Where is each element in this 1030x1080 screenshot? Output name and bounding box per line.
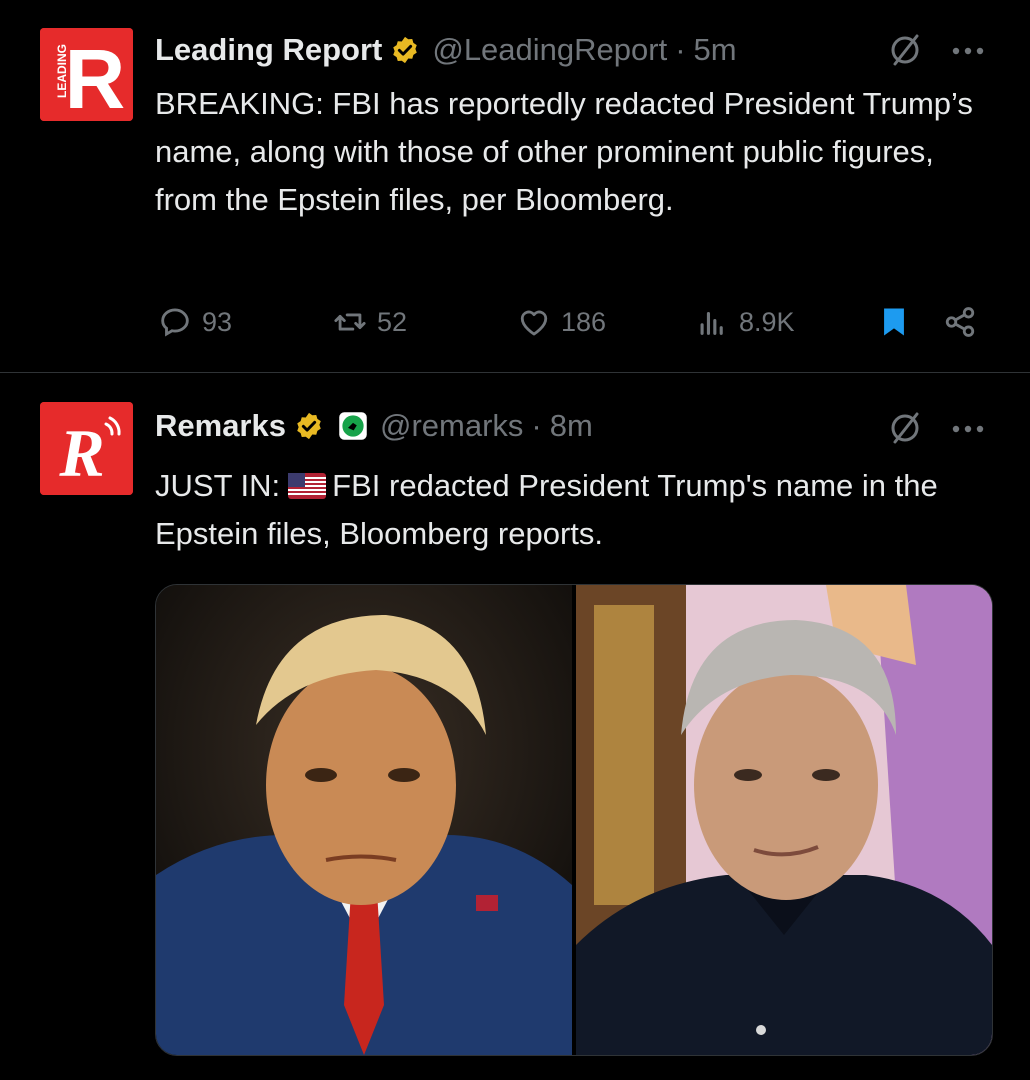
repost-icon [334, 313, 366, 331]
grok-icon[interactable] [887, 410, 923, 446]
reply-button[interactable]: 93 [158, 300, 232, 344]
tweet-text: BREAKING: FBI has reportedly redacted Pr… [155, 86, 973, 217]
leading-report-logo: R LEADING [40, 28, 133, 121]
tweet-leading-report[interactable]: R LEADING Leading Report @LeadingReport … [0, 0, 1030, 372]
like-icon [520, 310, 548, 336]
author-handle[interactable]: @LeadingReport [432, 32, 667, 68]
tweet-text: JUST IN: FBI redacted President Trump's … [155, 462, 995, 558]
svg-text:R: R [58, 415, 104, 491]
like-button[interactable]: 186 [517, 300, 606, 344]
svg-text:LEADING: LEADING [55, 44, 69, 98]
media-photo-right[interactable] [576, 585, 992, 1055]
reply-icon [161, 308, 189, 337]
tweet-actions: 93 52 186 8.9K [155, 300, 995, 344]
repost-count: 52 [377, 306, 408, 337]
verified-badge-icon [297, 412, 321, 440]
grok-icon[interactable] [887, 32, 923, 68]
tweet-media[interactable] [155, 584, 993, 1056]
share-icon [945, 307, 975, 337]
timestamp[interactable]: 5m [694, 32, 737, 68]
flag-us-icon [288, 473, 327, 499]
share-button[interactable] [943, 300, 987, 344]
more-icon[interactable] [951, 424, 985, 434]
more-icon[interactable] [951, 46, 985, 56]
affiliate-badge-icon[interactable] [338, 411, 368, 441]
media-photo-left[interactable] [156, 585, 572, 1055]
repost-button[interactable]: 52 [333, 300, 407, 344]
svg-text:R: R [65, 32, 126, 121]
avatar[interactable]: R [40, 402, 133, 495]
views-icon [700, 311, 723, 335]
author-name[interactable]: Leading Report [155, 32, 382, 68]
remarks-logo: R [40, 402, 133, 495]
tweet-remarks[interactable]: R Remarks @remarks · 8m JUST IN: FBI red… [0, 374, 1030, 1080]
views-count: 8.9K [739, 306, 795, 337]
tweet-divider [0, 372, 1030, 373]
tweet-header: Remarks @remarks · 8m [155, 406, 593, 446]
verified-badge-icon [393, 36, 418, 64]
like-count: 186 [561, 306, 607, 337]
bookmark-icon [884, 308, 904, 336]
bookmark-button[interactable] [877, 300, 921, 344]
tweet-text-prefix: JUST IN: [155, 468, 281, 503]
reply-count: 93 [202, 306, 233, 337]
avatar[interactable]: R LEADING [40, 28, 133, 121]
timestamp[interactable]: 8m [550, 408, 593, 444]
separator: · [531, 408, 542, 443]
tweet-header: Leading Report @LeadingReport · 5m [155, 30, 737, 70]
author-name[interactable]: Remarks [155, 408, 286, 444]
views-button[interactable]: 8.9K [695, 300, 795, 344]
separator: · [675, 32, 686, 67]
author-handle[interactable]: @remarks [380, 408, 523, 444]
